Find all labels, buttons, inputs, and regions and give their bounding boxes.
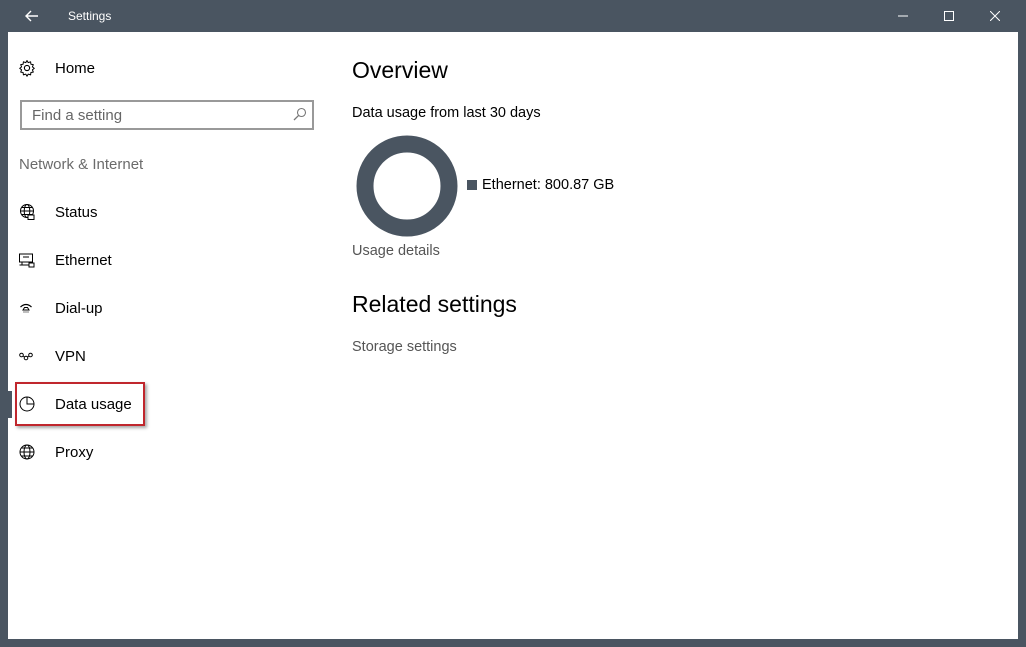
gear-icon [18, 58, 46, 78]
minimize-icon [898, 15, 908, 17]
window-title: Settings [68, 9, 112, 23]
overview-heading: Overview [352, 57, 448, 83]
sidebar-item-label: Ethernet [55, 251, 112, 269]
globe-network-icon [18, 202, 46, 222]
sidebar-item-label: Proxy [55, 443, 94, 461]
usage-details-link[interactable]: Usage details [352, 243, 440, 259]
search-box[interactable] [20, 100, 314, 130]
data-usage-donut-chart [356, 135, 458, 237]
sidebar-item-label: Status [55, 203, 98, 221]
maximize-button[interactable] [926, 0, 972, 32]
search-input[interactable] [22, 102, 282, 128]
maximize-icon [944, 11, 954, 21]
ethernet-icon [18, 250, 46, 270]
sidebar-item-label: Dial-up [55, 299, 103, 317]
search-icon[interactable] [293, 107, 307, 126]
donut-slice-ethernet [356, 135, 458, 237]
sidebar-item-status[interactable]: Status [18, 197, 98, 227]
storage-settings-link[interactable]: Storage settings [352, 339, 457, 355]
close-icon [990, 11, 1000, 21]
back-arrow-icon [25, 10, 38, 22]
back-button[interactable] [8, 0, 56, 32]
legend-swatch [467, 180, 477, 190]
chart-legend: Ethernet: 800.87 GB [467, 177, 614, 193]
minimize-button[interactable] [880, 0, 926, 32]
dial-up-icon [18, 298, 46, 318]
selection-indicator [8, 391, 12, 418]
settings-window-content: Home Network & Internet Status [8, 32, 1018, 639]
sidebar-home-label: Home [55, 59, 96, 77]
legend-label: Ethernet: 800.87 GB [482, 177, 615, 193]
highlight-annotation [15, 382, 145, 426]
sidebar-item-dial-up[interactable]: Dial-up [18, 293, 103, 323]
usage-subtitle: Data usage from last 30 days [352, 105, 541, 121]
sidebar-item-vpn[interactable]: VPN [18, 341, 86, 371]
globe-icon [18, 442, 46, 462]
title-bar: Settings [0, 0, 1026, 32]
section-heading: Network & Internet [19, 156, 144, 173]
sidebar-item-label: VPN [55, 347, 86, 365]
sidebar-item-proxy[interactable]: Proxy [18, 437, 93, 467]
vpn-icon [18, 346, 46, 366]
sidebar-item-ethernet[interactable]: Ethernet [18, 245, 112, 275]
sidebar-home[interactable]: Home [18, 53, 95, 83]
related-settings-heading: Related settings [352, 291, 517, 317]
close-button[interactable] [972, 0, 1018, 32]
